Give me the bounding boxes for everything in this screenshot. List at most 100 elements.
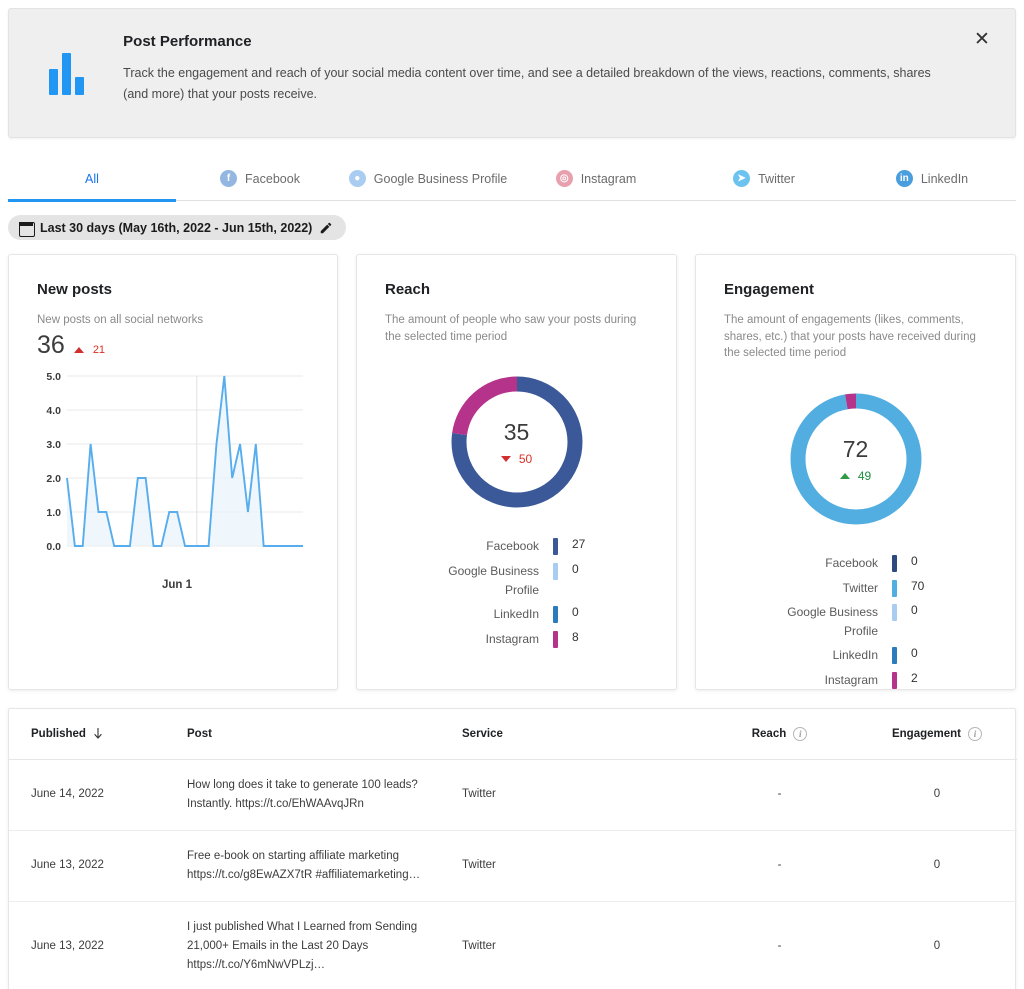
google-business-profile-icon: ● — [348, 170, 366, 187]
engagement-legend: Facebook 0 Twitter 70 Google Business Profil… — [724, 554, 987, 690]
legend-item: LinkedIn 0 — [724, 646, 987, 665]
cell-post: Free e-book on starting affiliate market… — [187, 830, 462, 902]
cell-reach: - — [702, 901, 857, 989]
card-reach: Reach The amount of people who saw your … — [356, 254, 677, 690]
svg-text:1.0: 1.0 — [46, 507, 61, 519]
card-title: Engagement — [724, 281, 815, 298]
linkedin-icon: in — [895, 170, 913, 187]
card-title: New posts — [37, 281, 113, 298]
new-posts-value-row: 36 21 — [37, 331, 309, 360]
new-posts-chart: 0.0 1.0 2.0 3.0 4.0 5.0 — [37, 368, 309, 573]
column-label: Engagement — [891, 728, 961, 740]
column-post[interactable]: Post — [187, 709, 462, 760]
tab-linkedin[interactable]: in LinkedIn — [848, 156, 1016, 201]
legend-value: 0 — [911, 603, 918, 618]
post-text: I just published What I Learned from Sen… — [187, 920, 418, 971]
column-reach[interactable]: Reach i — [702, 709, 857, 760]
date-range-label: Last 30 days (May 16th, 2022 - Jun 15th,… — [40, 220, 313, 235]
posts-table-wrap: Published Post Service Reach i Engagemen… — [8, 708, 1017, 989]
banner-text-block: Post Performance Track the engagement an… — [123, 9, 1015, 104]
column-engagement[interactable]: Engagement i — [857, 709, 1017, 760]
column-label: Reach — [751, 728, 787, 740]
posts-table: Published Post Service Reach i Engagemen… — [9, 709, 1017, 989]
bar-chart-icon — [48, 53, 84, 95]
banner-description: Track the engagement and reach of your s… — [123, 66, 931, 101]
svg-text:5.0: 5.0 — [46, 371, 61, 383]
legend-value: 0 — [911, 554, 918, 569]
reach-donut-chart — [451, 376, 582, 508]
legend-value: 8 — [572, 629, 579, 644]
metric-cards: New posts New posts on all social networ… — [8, 254, 1016, 690]
legend-item: Instagram 8 — [385, 630, 648, 649]
column-label: Post — [187, 728, 212, 740]
legend-label: Facebook — [486, 539, 539, 554]
tab-label: Facebook — [245, 171, 300, 186]
legend-item: Google Business Profile 0 — [385, 562, 648, 599]
column-label: Published — [31, 728, 86, 740]
table-row[interactable]: June 13, 2022 Free e-book on starting aff… — [9, 830, 1017, 902]
post-performance-banner: Post Performance Track the engagement an… — [8, 8, 1016, 138]
twitter-icon: ➤ — [733, 170, 751, 187]
legend-label: LinkedIn — [832, 648, 878, 663]
table-header: Published Post Service Reach i Engagemen… — [9, 709, 1017, 760]
page-title: Post Performance — [123, 33, 252, 50]
svg-text:2.0: 2.0 — [46, 473, 61, 485]
table-header-row: Published Post Service Reach i Engagemen… — [9, 709, 1017, 760]
legend-item: Google Business Profile 0 — [724, 603, 987, 640]
new-posts-value: 36 — [37, 330, 65, 359]
column-published[interactable]: Published — [9, 709, 187, 760]
legend-value: 70 — [911, 578, 925, 593]
svg-text:4.0: 4.0 — [46, 405, 61, 417]
tab-twitter[interactable]: ➤ Twitter — [680, 156, 848, 201]
legend-label: Facebook — [825, 556, 878, 571]
new-posts-delta: 21 — [92, 343, 106, 356]
pencil-icon[interactable] — [319, 221, 333, 235]
network-tabs: All f Facebook ● Google Business Profile… — [8, 156, 1016, 202]
legend-label: LinkedIn — [493, 607, 539, 622]
table-row[interactable]: June 13, 2022 I just published What I Lea… — [9, 901, 1017, 989]
reach-legend: Facebook 27 Google Business Profile 0 Linked… — [385, 537, 648, 648]
reach-donut-wrap: 35 50 — [385, 369, 648, 515]
cell-engagement: 0 — [857, 830, 1017, 902]
cell-published: June 13, 2022 — [9, 830, 187, 902]
legend-label: Instagram — [485, 631, 539, 646]
card-subtitle: New posts on all social networks — [37, 314, 204, 326]
info-icon[interactable]: i — [968, 727, 982, 741]
table-row[interactable]: June 14, 2022 How long does it take to ge… — [9, 759, 1017, 831]
legend-value: 0 — [572, 561, 579, 576]
cell-published: June 13, 2022 — [9, 901, 187, 989]
column-service[interactable]: Service — [462, 709, 702, 760]
trend-up-icon — [73, 346, 84, 353]
card-engagement: Engagement The amount of engagements (li… — [695, 254, 1016, 690]
sort-desc-arrow-icon[interactable] — [93, 728, 103, 740]
post-text: How long does it take to generate 100 le… — [187, 779, 418, 810]
legend-value: 27 — [572, 537, 586, 552]
legend-label: Google Business Profile — [448, 563, 539, 597]
cell-service: Twitter — [462, 830, 702, 902]
cell-reach: - — [702, 830, 857, 902]
info-icon[interactable]: i — [793, 727, 808, 741]
tab-all[interactable]: All — [8, 156, 176, 202]
instagram-icon: ◎ — [555, 170, 573, 187]
legend-label: Twitter — [842, 580, 878, 595]
legend-item: Facebook 0 — [724, 554, 987, 573]
cell-service: Twitter — [462, 901, 702, 989]
new-posts-area-chart: 0.0 1.0 2.0 3.0 4.0 5.0 — [46, 371, 303, 553]
svg-text:3.0: 3.0 — [46, 439, 61, 451]
close-icon[interactable]: ✕ — [971, 29, 993, 51]
svg-text:0.0: 0.0 — [46, 541, 61, 553]
cell-post: How long does it take to generate 100 le… — [187, 759, 462, 831]
card-new-posts: New posts New posts on all social networ… — [8, 254, 338, 690]
legend-value: 0 — [911, 646, 918, 661]
date-range-picker[interactable]: Last 30 days (May 16th, 2022 - Jun 15th,… — [8, 215, 347, 240]
legend-item: Twitter 70 — [724, 579, 987, 598]
tab-facebook[interactable]: f Facebook — [176, 156, 344, 201]
tab-instagram[interactable]: ◎ Instagram — [512, 156, 680, 201]
legend-label: Instagram — [824, 672, 878, 687]
date-range-row: Last 30 days (May 16th, 2022 - Jun 15th,… — [8, 215, 1016, 240]
cell-published: June 14, 2022 — [9, 759, 187, 831]
tab-google-business-profile[interactable]: ● Google Business Profile — [344, 156, 512, 201]
tab-label: Twitter — [758, 171, 795, 186]
legend-item: Instagram 2 — [724, 671, 987, 690]
card-title: Reach — [385, 281, 431, 298]
